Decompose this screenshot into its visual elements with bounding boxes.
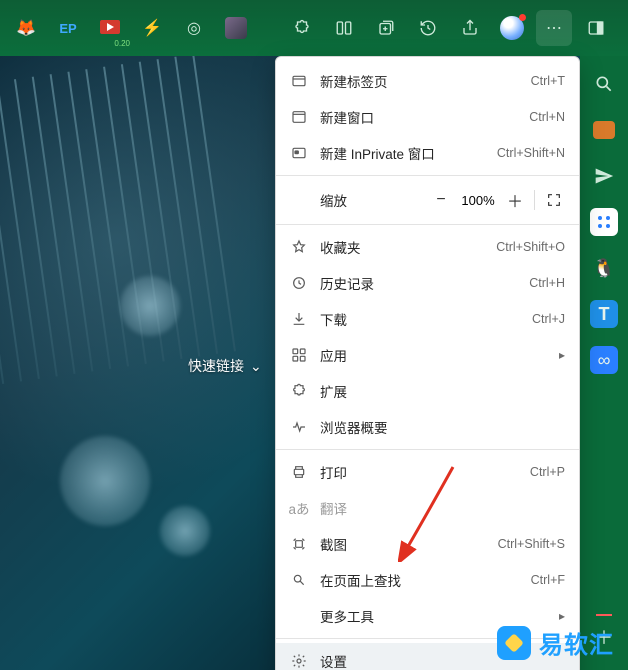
menu-shortcut: Ctrl+F (531, 573, 565, 587)
menu-label: 历史记录 (310, 273, 529, 293)
share-icon[interactable] (452, 10, 488, 46)
menu-shortcut: Ctrl+P (530, 465, 565, 479)
extensions-icon (288, 383, 310, 399)
sidebar-cloud-icon[interactable]: ∞ (590, 346, 618, 374)
watermark-text: 易软汇 (539, 625, 614, 660)
menu-label: 更多工具 (310, 606, 559, 626)
menu-shortcut: Ctrl+Shift+N (497, 146, 565, 160)
gear-icon (288, 653, 310, 669)
menu-shortcut: Ctrl+H (529, 276, 565, 290)
harp-illustration (0, 56, 299, 387)
sidebar-toggle-icon[interactable] (578, 10, 614, 46)
collections-icon[interactable] (368, 10, 404, 46)
menu-favorites[interactable]: 收藏夹 Ctrl+Shift+O (276, 229, 579, 265)
menu-label: 新建 InPrivate 窗口 (310, 143, 497, 163)
at-icon[interactable]: ◎ (176, 10, 212, 46)
main-menu: 新建标签页 Ctrl+T 新建窗口 Ctrl+N 新建 InPrivate 窗口… (275, 56, 580, 670)
menu-label: 应用 (310, 345, 559, 365)
fox-icon[interactable]: 🦊 (8, 10, 44, 46)
menu-apps[interactable]: 应用 ▸ (276, 337, 579, 373)
screenshot-icon (288, 536, 310, 552)
menu-new-window[interactable]: 新建窗口 Ctrl+N (276, 99, 579, 135)
zoom-in-button[interactable]: ＋ (500, 186, 530, 214)
menu-separator (276, 449, 579, 450)
menu-shortcut: Ctrl+Shift+S (498, 537, 565, 551)
menu-new-tab[interactable]: 新建标签页 Ctrl+T (276, 63, 579, 99)
chevron-right-icon: ▸ (559, 609, 565, 623)
menu-extensions[interactable]: 扩展 (276, 373, 579, 409)
play-icon[interactable]: 0.20 (92, 10, 128, 46)
menu-browser-essentials[interactable]: 浏览器概要 (276, 409, 579, 445)
inprivate-icon (288, 145, 310, 161)
menu-separator (276, 224, 579, 225)
sidebar-t-icon[interactable]: T (590, 300, 618, 328)
menu-screenshot[interactable]: 截图 Ctrl+Shift+S (276, 526, 579, 562)
sidebar-send-icon[interactable] (590, 162, 618, 190)
puzzle-icon[interactable] (284, 10, 320, 46)
star-icon (288, 239, 310, 255)
menu-label: 新建窗口 (310, 107, 529, 127)
menu-zoom-row: 缩放 − 100% ＋ (276, 180, 579, 220)
menu-translate[interactable]: aあ 翻译 (276, 490, 579, 526)
profile-icon[interactable] (494, 10, 530, 46)
history-icon (288, 275, 310, 291)
menu-label: 下载 (310, 309, 532, 329)
zoom-value: 100% (456, 193, 500, 208)
zoom-label: 缩放 (320, 190, 426, 210)
window-icon (288, 109, 310, 125)
quick-links-text: 快速链接 (188, 356, 244, 376)
menu-new-inprivate[interactable]: 新建 InPrivate 窗口 Ctrl+Shift+N (276, 135, 579, 171)
watermark-logo-icon (497, 626, 531, 660)
apps-icon (288, 347, 310, 363)
menu-find[interactable]: 在页面上查找 Ctrl+F (276, 562, 579, 598)
sidebar-penguin-icon[interactable]: 🐧 (590, 254, 618, 282)
bolt-icon[interactable]: ⚡ (134, 10, 170, 46)
sidebar-briefcase-icon[interactable] (590, 116, 618, 144)
menu-downloads[interactable]: 下载 Ctrl+J (276, 301, 579, 337)
menu-label: 扩展 (310, 381, 565, 401)
chevron-right-icon: ▸ (559, 348, 565, 362)
menu-label: 翻译 (310, 498, 565, 518)
chevron-down-icon: ⌄ (250, 358, 262, 375)
menu-label: 新建标签页 (310, 71, 531, 91)
watermark: 易软汇 (497, 625, 614, 660)
menu-shortcut: Ctrl+N (529, 110, 565, 124)
menu-history[interactable]: 历史记录 Ctrl+H (276, 265, 579, 301)
menu-label: 收藏夹 (310, 237, 496, 257)
history-icon[interactable] (410, 10, 446, 46)
menu-label: 截图 (310, 534, 498, 554)
menu-label: 浏览器概要 (310, 417, 565, 437)
pulse-icon (288, 419, 310, 435)
translate-icon: aあ (288, 498, 310, 518)
find-icon (288, 572, 310, 588)
right-sidebar: 🐧 T ∞ ＋ (580, 56, 628, 670)
split-screen-icon[interactable] (326, 10, 362, 46)
menu-label: 在页面上查找 (310, 570, 531, 590)
avatar-icon[interactable] (218, 10, 254, 46)
ep-icon[interactable]: EP (50, 10, 86, 46)
fullscreen-button[interactable] (539, 186, 569, 214)
menu-shortcut: Ctrl+J (532, 312, 565, 326)
menu-print[interactable]: 打印 Ctrl+P (276, 454, 579, 490)
tab-icon (288, 73, 310, 89)
sidebar-search-icon[interactable] (590, 70, 618, 98)
print-icon (288, 464, 310, 480)
menu-shortcut: Ctrl+Shift+O (496, 240, 565, 254)
zoom-out-button[interactable]: − (426, 186, 456, 214)
top-toolbar: 🦊 EP 0.20 ⚡ ◎ ⋯ (0, 0, 628, 56)
browser-window: 🦊 EP 0.20 ⚡ ◎ ⋯ (0, 0, 628, 670)
menu-label: 打印 (310, 462, 530, 482)
sidebar-grid-icon[interactable] (590, 208, 618, 236)
more-menu-button[interactable]: ⋯ (536, 10, 572, 46)
menu-separator (276, 175, 579, 176)
menu-shortcut: Ctrl+T (531, 74, 565, 88)
quick-links-label[interactable]: 快速链接 ⌄ (188, 356, 262, 376)
download-icon (288, 311, 310, 327)
